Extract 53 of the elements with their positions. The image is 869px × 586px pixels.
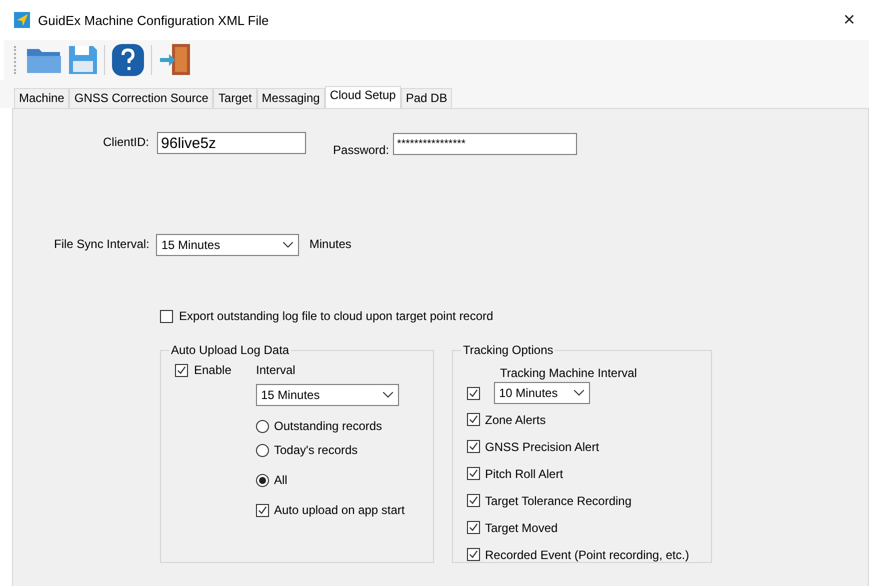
- tab[interactable]: GNSS Correction Source: [69, 88, 214, 108]
- save-icon[interactable]: [68, 45, 98, 75]
- checkbox[interactable]: [467, 413, 480, 426]
- checkbox-label: Recorded Event (Point recording, etc.): [485, 548, 690, 562]
- exit-door-icon[interactable]: [158, 43, 192, 77]
- checkbox-label: Auto upload on app start: [274, 503, 405, 517]
- checkbox[interactable]: [160, 310, 173, 322]
- checkbox[interactable]: [175, 364, 188, 376]
- field-label: ClientID:: [103, 135, 150, 149]
- tab[interactable]: Cloud Setup: [324, 86, 401, 108]
- field-label: File Sync Interval:: [54, 237, 150, 251]
- radio-label: Today's records: [274, 443, 358, 457]
- radio-label: Outstanding records: [274, 419, 382, 433]
- checkbox[interactable]: [467, 521, 480, 534]
- group-title: Auto Upload Log Data: [170, 343, 290, 357]
- help-icon[interactable]: [111, 43, 145, 77]
- checkbox-label: Target Moved: [485, 520, 558, 534]
- interval-dropdown[interactable]: 10 Minutes: [494, 382, 590, 404]
- window-title: GuidEx Machine Configuration XML File: [38, 12, 270, 28]
- interval-dropdown[interactable]: 15 Minutes: [156, 234, 300, 256]
- password-field[interactable]: ****************: [393, 133, 578, 155]
- tab[interactable]: Messaging: [256, 88, 325, 108]
- radio-button[interactable]: [256, 444, 269, 456]
- tab[interactable]: Target: [213, 88, 257, 108]
- client-id-field[interactable]: 96live5z: [157, 132, 306, 154]
- group-title: Tracking Options: [462, 343, 554, 357]
- radio-label: All: [274, 473, 288, 487]
- chevron-icon: [574, 390, 584, 396]
- field-label: Password:: [333, 143, 390, 157]
- checkbox-label: Enable: [194, 363, 232, 377]
- checkbox-label: Export outstanding log file to cloud upon target point record: [179, 309, 494, 323]
- radio-button[interactable]: [256, 474, 269, 486]
- checkbox[interactable]: [467, 467, 480, 480]
- checkbox[interactable]: [467, 440, 480, 453]
- checkbox[interactable]: [467, 494, 480, 507]
- checkbox-label: Zone Alerts: [485, 412, 546, 426]
- chevron-icon: [283, 242, 294, 248]
- close-button[interactable]: ×: [843, 8, 855, 32]
- app-icon: [14, 12, 30, 28]
- field-label: Interval: [256, 363, 296, 377]
- checkbox[interactable]: [467, 386, 480, 400]
- chevron-icon: [383, 392, 393, 398]
- radio-button[interactable]: [256, 420, 269, 432]
- checkbox-label: Pitch Roll Alert: [485, 466, 564, 480]
- checkbox[interactable]: [467, 548, 480, 561]
- tab[interactable]: Machine: [14, 88, 70, 108]
- interval-dropdown[interactable]: 15 Minutes: [256, 384, 399, 406]
- checkbox-label: Target Tolerance Recording: [485, 494, 632, 508]
- checkbox[interactable]: [256, 504, 269, 516]
- field-label: Tracking Machine Interval: [500, 366, 637, 380]
- unit-label: Minutes: [309, 237, 352, 251]
- tab[interactable]: Pad DB: [400, 88, 452, 108]
- checkbox-label: GNSS Precision Alert: [485, 440, 600, 454]
